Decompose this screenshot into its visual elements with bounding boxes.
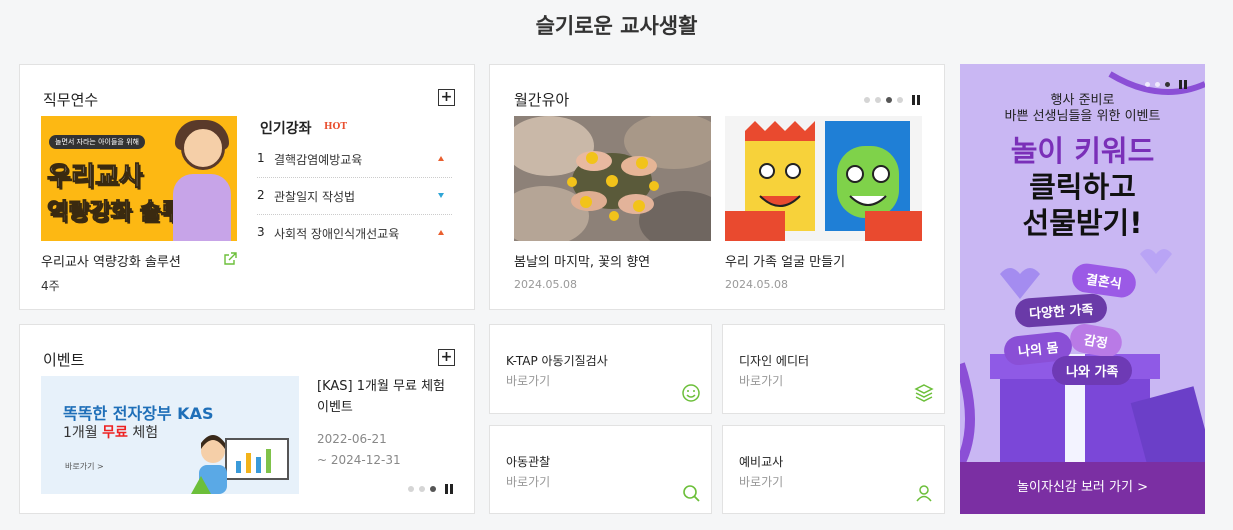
carousel-dot[interactable] [419,486,425,492]
monthly-carousel-dots [864,95,920,105]
event-title: 이벤트 [43,351,85,369]
event-card: 이벤트 + 똑똑한 전자장부 KAS 1개월 무료 체험 바로가기 > [KAS… [19,324,475,514]
pause-icon[interactable] [1179,80,1187,89]
carousel-dot[interactable] [408,486,414,492]
layers-icon [914,384,934,402]
course-name[interactable]: 우리교사 역량강화 솔루션 [41,251,181,270]
carousel-dot-active[interactable] [430,486,436,492]
carousel-dot[interactable] [864,97,870,103]
smile-icon [682,384,700,402]
event-item-title[interactable]: [KAS] 1개월 무료 체험 이벤트 [317,376,457,418]
duty-more-button[interactable]: + [438,89,455,106]
popular-courses-title: 인기강좌 [260,121,312,137]
monthly-item-date: 2024.05.08 [514,278,577,291]
event-date-range: 2022-06-21 ~ 2024-12-31 [317,432,401,467]
carousel-dot[interactable] [1155,82,1160,87]
family-face-craft-photo[interactable] [725,116,922,241]
rank-number: 1 [257,151,265,165]
duty-training-title: 직무연수 [43,91,99,109]
carousel-dot-active[interactable] [1165,82,1170,87]
hot-badge: HOT [324,122,348,132]
link-card-shortcut: 바로가기 [739,475,784,489]
popular-course-row[interactable]: 3 사회적 장애인식개선교육 [257,215,452,252]
carousel-dot[interactable] [875,97,881,103]
trend-up-icon [438,230,444,235]
ad-subtitle-1: 행사 준비로 [1050,93,1115,108]
duty-course-banner[interactable]: 놀면서 자라는 아이들을 위해 우리교사 역량강화 솔루션 [41,116,237,241]
rank-number: 2 [257,188,265,202]
flower-hands-photo[interactable] [514,116,711,241]
trend-down-icon [438,193,444,198]
teacher-with-chart-illustration [191,435,289,494]
event-banner-line2: 1개월 무료 체험 [63,425,159,441]
ad-headline-1: 놀이 키워드 [1010,134,1155,168]
link-card-shortcut: 바로가기 [739,374,784,388]
ad-cta-button[interactable]: 놀이자신감 보러 가기 > [960,462,1205,514]
rank-course-title: 사회적 장애인식개선교육 [274,227,400,241]
user-icon [916,485,932,502]
carousel-dot[interactable] [1145,82,1150,87]
link-card-shortcut: 바로가기 [506,374,551,388]
ad-keyword-tag[interactable]: 나와 가족 [1052,356,1133,385]
page-title: 슬기로운 교사생활 [535,14,698,38]
monthly-magazine-card: 월간유아 봄날의 마지막, 꽃의 향연 2024.05.08 우리 가족 얼굴 … [489,64,945,310]
monthly-item-caption[interactable]: 봄날의 마지막, 꽃의 향연 [514,251,650,270]
event-banner[interactable]: 똑똑한 전자장부 KAS 1개월 무료 체험 바로가기 > [41,376,299,494]
rank-course-title: 관찰일지 작성법 [274,190,356,204]
teacher-illustration-body [173,174,231,241]
carousel-dot[interactable] [897,97,903,103]
monthly-item-caption[interactable]: 우리 가족 얼굴 만들기 [725,251,845,270]
banner-line1: 우리교사 [47,162,144,193]
popular-course-row[interactable]: 1 결핵감염예방교육 [257,141,452,178]
external-link-icon[interactable] [222,251,238,267]
event-banner-line1: 똑똑한 전자장부 KAS [63,404,214,423]
event-carousel-dots [408,484,453,494]
teacher-illustration-head [181,126,225,170]
ad-carousel-dots [1145,80,1187,89]
ad-headline-3: 선물받기! [1022,206,1143,240]
ad-headline-2: 클릭하고 [1029,170,1136,204]
popular-course-row[interactable]: 2 관찰일지 작성법 [257,178,452,215]
carousel-dot-active[interactable] [886,97,892,103]
link-card-title: 예비교사 [739,455,784,469]
ad-subtitle-2: 바쁜 선생님들을 위한 이벤트 [1004,109,1161,124]
search-icon [683,485,700,502]
duty-training-card: 직무연수 + 놀면서 자라는 아이들을 위해 우리교사 역량강화 솔루션 우리교… [19,64,475,310]
event-more-button[interactable]: + [438,349,455,366]
event-banner-go: 바로가기 > [65,462,104,471]
rank-number: 3 [257,225,265,239]
link-card-title: 디자인 에디터 [739,354,810,368]
monthly-item-date: 2024.05.08 [725,278,788,291]
link-card-title: K-TAP 아동기질검사 [506,354,608,368]
link-card-ktap[interactable]: K-TAP 아동기질검사 바로가기 [489,324,712,414]
monthly-magazine-title: 월간유아 [514,91,570,109]
course-duration: 4주 [41,279,60,293]
link-card-child-observation[interactable]: 아동관찰 바로가기 [489,425,712,514]
pause-icon[interactable] [912,95,920,105]
play-keyword-ad-banner[interactable]: 행사 준비로 바쁜 선생님들을 위한 이벤트 놀이 키워드 클릭하고 선물받기!… [960,64,1205,514]
pause-icon[interactable] [445,484,453,494]
link-card-pre-teacher[interactable]: 예비교사 바로가기 [722,425,945,514]
link-card-design-editor[interactable]: 디자인 에디터 바로가기 [722,324,945,414]
link-card-title: 아동관찰 [506,455,551,469]
trend-up-icon [438,156,444,161]
banner-pill: 놀면서 자라는 아이들을 위해 [49,135,145,149]
link-card-shortcut: 바로가기 [506,475,551,489]
rank-course-title: 결핵감염예방교육 [274,153,363,167]
